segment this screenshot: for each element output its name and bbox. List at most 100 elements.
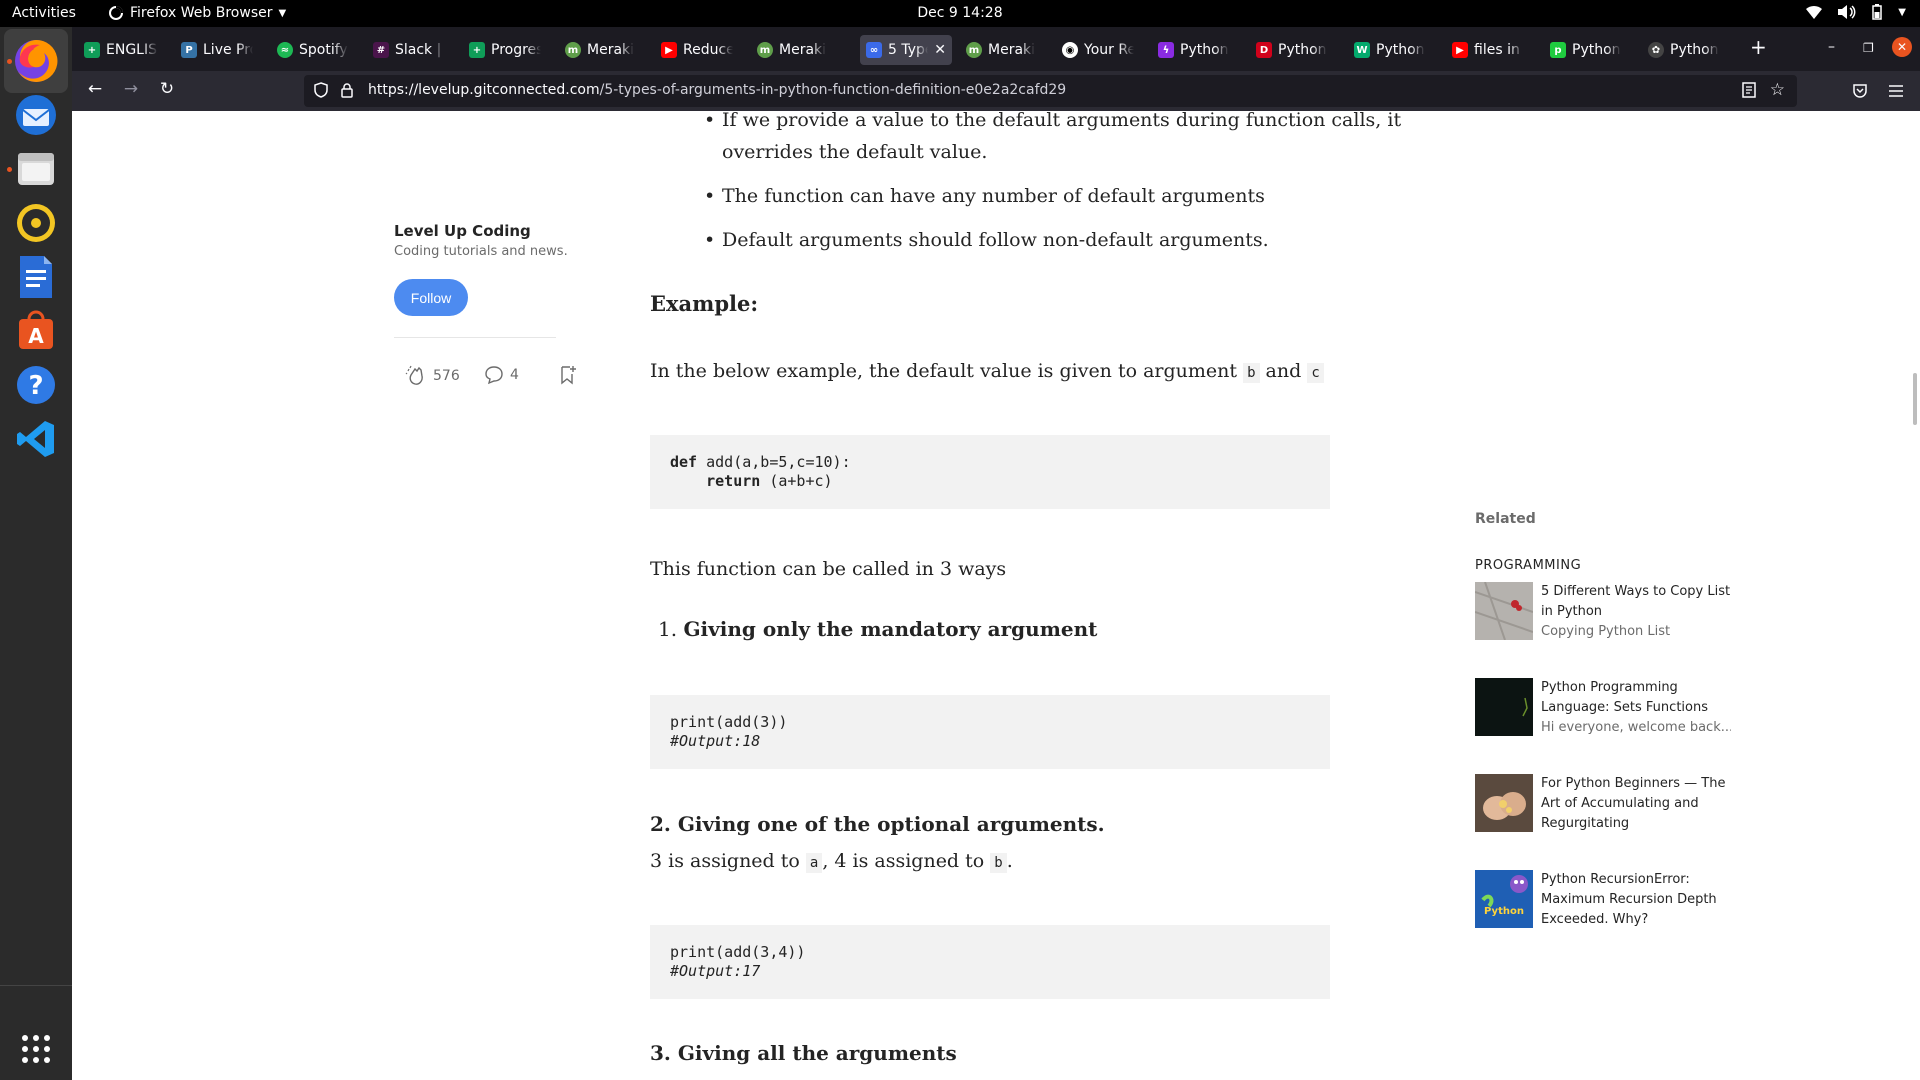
- dock-vscode[interactable]: [4, 407, 68, 471]
- tab-12[interactable]: ϟ Python: [1152, 35, 1236, 65]
- tab-label: Meraki: [988, 42, 1036, 58]
- tab-2[interactable]: P Live Pro: [175, 35, 259, 65]
- code-block-definition[interactable]: def add(a,b=5,c=10): return (a+b+c): [650, 435, 1330, 509]
- pocket-icon[interactable]: [1852, 83, 1868, 99]
- related-item-title: Python RecursionError: Maximum Recursion …: [1541, 870, 1731, 930]
- list-item: • The function can have any number of de…: [704, 180, 1402, 212]
- list-item: • If we provide a value to the default a…: [704, 111, 1402, 168]
- scrollbar-thumb[interactable]: [1913, 373, 1917, 425]
- back-button[interactable]: ←: [82, 79, 108, 103]
- follow-button[interactable]: Follow: [394, 279, 468, 316]
- called-paragraph: This function can be called in 3 ways: [650, 558, 1007, 580]
- tab-7[interactable]: ▶ Reduce: [655, 35, 739, 65]
- tab-13[interactable]: D Python: [1250, 35, 1334, 65]
- url-bar[interactable]: https://levelup.gitconnected.com/5-types…: [304, 75, 1797, 107]
- bullet-text: The function can have any number of defa…: [722, 185, 1265, 207]
- tab-14[interactable]: W Python: [1348, 35, 1432, 65]
- reload-button[interactable]: ↻: [154, 79, 180, 103]
- tab-10[interactable]: m Meraki: [960, 35, 1044, 65]
- code-block-example-2[interactable]: print(add(3,4)) #Output:17: [650, 925, 1330, 999]
- tab-17[interactable]: ✿ Python: [1642, 35, 1726, 65]
- code-block-example-1[interactable]: print(add(3)) #Output:18: [650, 695, 1330, 769]
- url-path: /5-types-of-arguments-in-python-function…: [599, 82, 1067, 98]
- related-item[interactable]: Python Python RecursionError: Maximum Rec…: [1475, 870, 1735, 930]
- show-applications-button[interactable]: [4, 1017, 68, 1080]
- tab-15[interactable]: ▶ files in p: [1446, 35, 1530, 65]
- chevron-down-icon: ▼: [1898, 6, 1906, 18]
- new-tab-button[interactable]: +: [1750, 35, 1767, 59]
- list-item: • Default arguments should follow non-de…: [704, 224, 1402, 256]
- chevron-down-icon: ▼: [278, 7, 287, 19]
- related-item[interactable]: For Python Beginners — The Art of Accumul…: [1475, 774, 1735, 834]
- code-text: print(add(3)): [670, 713, 788, 731]
- bullet-list: • If we provide a value to the default a…: [704, 111, 1402, 256]
- svg-text:?: ?: [28, 371, 43, 401]
- tab-16[interactable]: p Python: [1544, 35, 1628, 65]
- tab-active-5-types[interactable]: ∞ 5 Types ✕: [860, 35, 952, 65]
- related-thumbnail: [1475, 582, 1533, 640]
- related-heading: Related: [1475, 511, 1536, 527]
- spotify-icon: ≈: [277, 42, 293, 58]
- software-icon: A: [19, 310, 53, 349]
- tab-4[interactable]: # Slack | I: [367, 35, 451, 65]
- related-item-subtitle: Copying Python List: [1541, 624, 1671, 639]
- tab-5[interactable]: + Progress: [463, 35, 547, 65]
- tab-label: ENGLISH: [106, 42, 158, 58]
- title-line: 5 Different Ways to Copy List: [1541, 584, 1731, 599]
- tab-6[interactable]: m Meraki: [559, 35, 643, 65]
- restore-button[interactable]: ❐: [1863, 41, 1874, 55]
- battery-icon: [1872, 4, 1883, 20]
- sheets-icon: +: [84, 42, 100, 58]
- tab-8[interactable]: m Meraki: [751, 35, 835, 65]
- reader-view-icon[interactable]: [1741, 81, 1757, 99]
- related-thumbnail: [1475, 774, 1533, 832]
- title-line: Python Programming: [1541, 680, 1678, 695]
- tracking-shield-icon[interactable]: [314, 82, 328, 98]
- tab-11[interactable]: ◉ Your Re: [1056, 35, 1140, 65]
- close-tab-icon[interactable]: ✕: [934, 42, 946, 58]
- save-button[interactable]: [559, 365, 577, 385]
- tab-label: Python: [1180, 42, 1229, 58]
- app-menu-label: Firefox Web Browser: [130, 5, 273, 21]
- example-paragraph: In the below example, the default value …: [650, 355, 1324, 389]
- related-item[interactable]: 5 Different Ways to Copy List in Python C…: [1475, 582, 1735, 642]
- menu-hamburger-icon[interactable]: [1888, 84, 1904, 98]
- bookmark-star-icon[interactable]: ☆: [1770, 80, 1785, 100]
- code-text: print(add(3,4)): [670, 943, 806, 961]
- list-number: 1.: [658, 617, 678, 641]
- related-item[interactable]: Python Programming Language: Sets Functio…: [1475, 678, 1735, 738]
- clap-button[interactable]: 576: [405, 365, 460, 387]
- sheets-icon: +: [469, 42, 485, 58]
- lock-icon[interactable]: [340, 82, 354, 98]
- title-line: Exceeded. Why?: [1541, 912, 1649, 927]
- step-1-heading: 1. Giving only the mandatory argument: [658, 617, 1097, 641]
- publication-name[interactable]: Level Up Coding: [394, 222, 531, 240]
- url-domain: https://levelup.gitconnected.com: [368, 82, 600, 98]
- volume-icon: [1838, 5, 1856, 19]
- bullet-dot: •: [704, 111, 716, 131]
- clock[interactable]: Dec 9 14:28: [917, 5, 1002, 21]
- inline-code: c: [1307, 363, 1324, 383]
- minimize-button[interactable]: –: [1828, 39, 1835, 55]
- text-span: 3 is assigned to: [650, 850, 800, 872]
- tab-3[interactable]: ≈ Spotify: [271, 35, 355, 65]
- comments-button[interactable]: 4: [484, 365, 519, 385]
- tab-label: Reduce: [683, 42, 733, 58]
- close-window-button[interactable]: ✕: [1892, 37, 1912, 57]
- tab-label: Live Pro: [203, 42, 253, 58]
- code-keyword: return: [706, 472, 761, 490]
- activities-button[interactable]: Activities: [12, 5, 76, 21]
- title-line: Regurgitating: [1541, 816, 1630, 831]
- forward-button[interactable]: →: [118, 79, 144, 103]
- thumbnail-text: Python: [1484, 906, 1524, 917]
- system-top-bar: Activities Firefox Web Browser ▼ Dec 9 1…: [0, 0, 1920, 27]
- related-category[interactable]: PROGRAMMING: [1475, 558, 1581, 573]
- system-tray[interactable]: ▼: [1806, 4, 1906, 20]
- code-comment: #Output:18: [670, 732, 761, 750]
- bullet-text: overrides the default value.: [722, 141, 988, 163]
- url-text[interactable]: https://levelup.gitconnected.com/5-types…: [368, 82, 1066, 98]
- title-line: in Python: [1541, 604, 1603, 619]
- app-menu[interactable]: Firefox Web Browser ▼: [108, 5, 286, 21]
- tab-1[interactable]: + ENGLISH: [78, 35, 164, 65]
- bullet-text: If we provide a value to the default arg…: [722, 111, 1402, 131]
